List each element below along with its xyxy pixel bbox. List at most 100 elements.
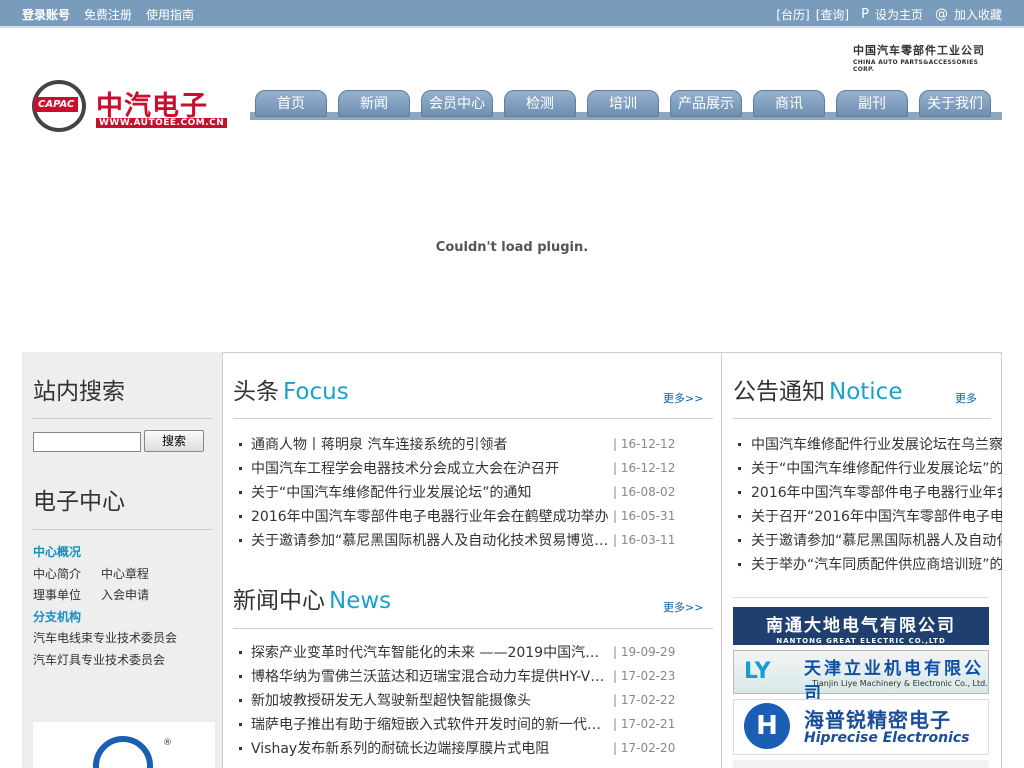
list-item[interactable]: Vishay发布新系列的耐硫长边端接厚膜片式电阻 | 17-02-20 [239, 736, 719, 760]
register-link[interactable]: 免费注册 [84, 6, 132, 23]
guide-link[interactable]: 使用指南 [146, 6, 194, 23]
bullet-icon [239, 722, 242, 726]
item-title[interactable]: 通商人物丨蒋明泉 汽车连接系统的引领者 [251, 434, 609, 454]
item-title[interactable]: 2016年中国汽车零部件电子电器行业年会 [751, 482, 1002, 502]
news-title-cn: 新闻中心 [233, 588, 325, 614]
search-input[interactable] [33, 432, 141, 452]
item-date: | 16-12-12 [613, 461, 676, 475]
bullet-icon [738, 442, 741, 446]
item-date: | 16-05-31 [613, 509, 676, 523]
nav-home[interactable]: 首页 [255, 90, 327, 117]
utility-links: [台历] [查询] P 设为主页 @ 加入收藏 [770, 6, 1002, 23]
branch-heading[interactable]: 分支机构 [33, 608, 81, 625]
item-date: | 19-09-29 [613, 645, 676, 659]
nav-about[interactable]: 关于我们 [919, 90, 991, 117]
item-title[interactable]: 关于“中国汽车维修配件行业发展论坛”的通知 [251, 482, 609, 502]
list-item[interactable]: 2016年中国汽车零部件电子电器行业年会 [738, 480, 1002, 504]
corp-logo[interactable]: 中国汽车零部件工业公司 CHINA AUTO PARTS&ACCESSORIES… [853, 42, 993, 73]
member-logo[interactable]: ® [33, 722, 215, 768]
list-item[interactable]: 新加坡教授研发无人驾驶新型超快智能摄像头 | 17-02-22 [239, 688, 719, 712]
notice-more-link[interactable]: 更多 [955, 390, 977, 406]
item-title[interactable]: 博格华纳为雪佛兰沃蓝达和迈瑞宝混合动力车提供HY-V网络 [251, 666, 609, 686]
council-link[interactable]: 理事单位 [33, 586, 81, 603]
search-button[interactable]: 搜索 [144, 430, 204, 452]
corp-logo-en: CHINA AUTO PARTS&ACCESSORIES CORP. [853, 59, 979, 73]
bullet-icon [239, 698, 242, 702]
bullet-icon [239, 490, 242, 494]
list-item[interactable]: 关于召开“2016年中国汽车零部件电子电器行业年会”的通知 [738, 504, 1002, 528]
bullet-icon [239, 674, 242, 678]
ad-tianjin-liye[interactable]: LY 天津立业机电有限公司 Tianjin Liye Machinery & E… [733, 650, 989, 704]
list-item[interactable]: 瑞萨电子推出有助于缩短嵌入式软件开发时间的新一代开发工具 | 17-02-21 [239, 712, 719, 736]
divider [233, 628, 713, 629]
ad-hiprecise-cn: 海普锐精密电子 [804, 708, 951, 732]
list-item[interactable]: 关于邀请参加“慕尼黑国际机器人及自动化技术贸易博览会” [738, 528, 1002, 552]
top-bar: 登录账号 免费注册 使用指南 [台历] [查询] P 设为主页 @ 加入收藏 [0, 0, 1024, 26]
item-title[interactable]: 关于邀请参加“慕尼黑国际机器人及自动化技术贸易博览会”的通知 [251, 530, 609, 550]
query-link[interactable]: [查询] [816, 6, 849, 23]
join-link[interactable]: 入会申请 [101, 586, 149, 603]
center-charter-link[interactable]: 中心章程 [101, 565, 149, 582]
item-title[interactable]: 2016年中国汽车零部件电子电器行业年会在鹤壁成功举办 [251, 506, 609, 526]
notice-list: 中国汽车维修配件行业发展论坛在乌兰察布 关于“中国汽车维修配件行业发展论坛”的通… [738, 432, 1002, 576]
list-item[interactable]: 博格华纳为雪佛兰沃蓝达和迈瑞宝混合动力车提供HY-V网络 | 17-02-23 [239, 664, 719, 688]
notice-title-en: Notice [829, 379, 903, 405]
ad-nantong[interactable]: 南通大地电气有限公司 NANTONG GREAT ELECTRIC CO.,LT… [733, 607, 989, 645]
item-title[interactable]: 关于召开“2016年中国汽车零部件电子电器行业年会”的通知 [751, 506, 1002, 526]
news-list: 探索产业变革时代汽车智能化的未来 ——2019中国汽车电子电器行业年会 | 19-… [239, 640, 719, 760]
divider [33, 418, 213, 419]
focus-more-link[interactable]: 更多>> [663, 390, 703, 406]
ad-hiprecise[interactable]: H 海普锐精密电子 Hiprecise Electronics [733, 699, 989, 755]
overview-heading[interactable]: 中心概况 [33, 543, 81, 560]
list-item[interactable]: 关于邀请参加“慕尼黑国际机器人及自动化技术贸易博览会”的通知 | 16-03-11 [239, 528, 719, 552]
item-title[interactable]: 探索产业变革时代汽车智能化的未来 ——2019中国汽车电子电器行业年会 [251, 642, 609, 662]
item-title[interactable]: 中国汽车维修配件行业发展论坛在乌兰察布 [751, 434, 1002, 454]
bullet-icon [738, 466, 741, 470]
site-logo[interactable]: CAPAC 中汽电子 WWW.AUTOEE.COM.CN [32, 80, 228, 134]
item-title[interactable]: 中国汽车工程学会电器技术分会成立大会在沪召开 [251, 458, 609, 478]
ad-nantong-en: NANTONG GREAT ELECTRIC CO.,LTD [776, 637, 946, 645]
bullet-icon [738, 538, 741, 542]
nav-news[interactable]: 新闻 [338, 90, 410, 117]
calendar-link[interactable]: [台历] [776, 6, 809, 23]
login-link[interactable]: 登录账号 [22, 6, 70, 23]
item-title[interactable]: 关于举办“汽车同质配件供应商培训班”的通知 [751, 554, 1002, 574]
ad-partial[interactable] [733, 760, 989, 768]
item-title[interactable]: Vishay发布新系列的耐硫长边端接厚膜片式电阻 [251, 738, 609, 758]
item-title[interactable]: 关于邀请参加“慕尼黑国际机器人及自动化技术贸易博览会” [751, 530, 1002, 550]
list-item[interactable]: 中国汽车工程学会电器技术分会成立大会在沪召开 | 16-12-12 [239, 456, 719, 480]
nav-products[interactable]: 产品展示 [670, 90, 742, 117]
list-item[interactable]: 关于“中国汽车维修配件行业发展论坛”的通知 [738, 456, 1002, 480]
list-item[interactable]: 通商人物丨蒋明泉 汽车连接系统的引领者 | 16-12-12 [239, 432, 719, 456]
list-item[interactable]: 2016年中国汽车零部件电子电器行业年会在鹤壁成功举办 | 16-05-31 [239, 504, 719, 528]
bullet-icon [738, 562, 741, 566]
list-item[interactable]: 中国汽车维修配件行业发展论坛在乌兰察布 [738, 432, 1002, 456]
corp-logo-cn: 中国汽车零部件工业公司 [853, 44, 985, 57]
focus-list: 通商人物丨蒋明泉 汽车连接系统的引领者 | 16-12-12 中国汽车工程学会电器… [239, 432, 719, 552]
nav-business[interactable]: 商讯 [753, 90, 825, 117]
nav-members[interactable]: 会员中心 [421, 90, 493, 117]
branch-wire-harness-link[interactable]: 汽车电线束专业技术委员会 [33, 629, 177, 646]
item-date: | 16-03-11 [613, 533, 676, 547]
branch-lamps-link[interactable]: 汽车灯具专业技术委员会 [33, 651, 165, 668]
left-sidebar: 站内搜索 搜索 电子中心 中心概况 中心简介 中心章程 理事单位 入会申请 分支… [22, 352, 222, 768]
news-more-link[interactable]: 更多>> [663, 599, 703, 615]
nav-supplement[interactable]: 副刊 [836, 90, 908, 117]
list-item[interactable]: 关于举办“汽车同质配件供应商培训班”的通知 [738, 552, 1002, 576]
nav-training[interactable]: 培训 [587, 90, 659, 117]
item-title[interactable]: 关于“中国汽车维修配件行业发展论坛”的通知 [751, 458, 1002, 478]
item-title[interactable]: 新加坡教授研发无人驾驶新型超快智能摄像头 [251, 690, 609, 710]
set-home-link[interactable]: 设为主页 [875, 6, 923, 23]
list-item[interactable]: 探索产业变革时代汽车智能化的未来 ——2019中国汽车电子电器行业年会 | 19-… [239, 640, 719, 664]
nav-testing[interactable]: 检测 [504, 90, 576, 117]
favorite-link[interactable]: 加入收藏 [954, 6, 1002, 23]
bullet-icon [239, 538, 242, 542]
item-title[interactable]: 瑞萨电子推出有助于缩短嵌入式软件开发时间的新一代开发工具 [251, 714, 609, 734]
center-intro-link[interactable]: 中心简介 [33, 565, 81, 582]
notice-title: 公告通知 Notice [733, 372, 902, 406]
registered-mark: ® [163, 738, 172, 748]
account-links: 登录账号 免费注册 使用指南 [22, 6, 208, 23]
list-item[interactable]: 关于“中国汽车维修配件行业发展论坛”的通知 | 16-08-02 [239, 480, 719, 504]
news-column: 头条 Focus 更多>> 通商人物丨蒋明泉 汽车连接系统的引领者 | 16-12-… [222, 352, 722, 768]
item-date: | 16-12-12 [613, 437, 676, 451]
